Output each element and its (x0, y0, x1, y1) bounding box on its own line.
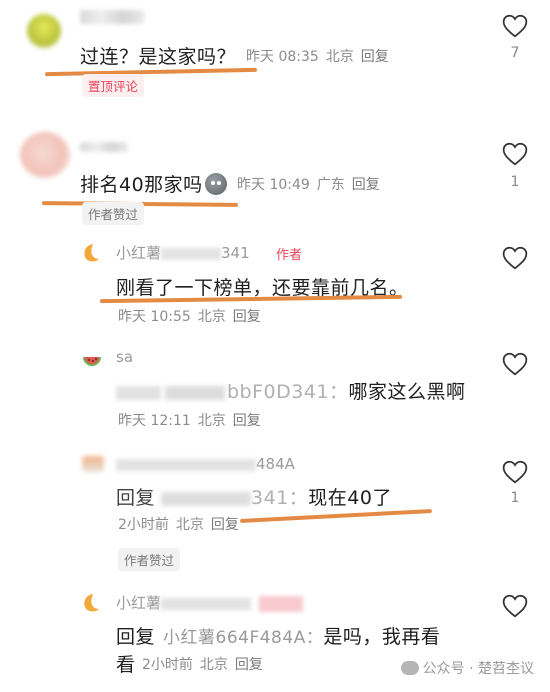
comment-text-content: 是吗，我再看 (323, 626, 441, 648)
username-blurred[interactable] (80, 10, 144, 24)
comment-meta: 昨天 12:11 北京 回复 (118, 410, 268, 430)
watermark: 公众号 · 楚苕杢议 (400, 658, 534, 678)
reply-button[interactable]: 回复 (352, 177, 380, 193)
comment-location: 北京 (197, 309, 226, 325)
comment-time: 昨天 08:35 (246, 49, 319, 65)
comment-text-continued: 看 (116, 654, 136, 676)
like-icon[interactable] (502, 14, 528, 38)
like-icon[interactable] (502, 352, 528, 376)
reply-prefix: 回复 (116, 626, 156, 648)
username[interactable]: 小红薯 341 (116, 242, 250, 263)
avatar[interactable] (82, 349, 102, 369)
author-liked-badge: 作者赞过 (118, 548, 181, 571)
highlight-underline (240, 508, 432, 524)
pinned-badge: 置顶评论 (82, 74, 145, 97)
comment-text-content: 现在40了 (308, 487, 392, 509)
comment-text: bbF0D341：哪家这么黑啊 (116, 377, 466, 404)
like-icon[interactable] (502, 594, 528, 618)
poop-emoji-icon (204, 173, 227, 195)
username[interactable]: 小红薯 (116, 592, 304, 613)
comment-meta: 昨天 08:35 北京 回复 (246, 46, 396, 66)
comment-location: 北京 (197, 413, 226, 429)
comment-location: 北京 (199, 657, 228, 673)
comment-location: 北京 (325, 49, 354, 65)
reply-button[interactable]: 回复 (233, 413, 261, 429)
username[interactable]: sa (116, 348, 133, 366)
reply-button[interactable]: 回复 (211, 517, 239, 533)
comment-location: 广东 (316, 177, 345, 193)
comment-section: 过连？是这家吗？ 昨天 08:35 北京 回复 置顶评论 7 排名40那家吗 昨天 … (0, 0, 550, 692)
highlight-underline (44, 67, 258, 77)
comment-text: 排名40那家吗 (80, 170, 227, 197)
comment-time: 昨天 12:11 (118, 413, 191, 429)
wechat-icon (400, 661, 419, 675)
comment-meta: 2小时前 北京 回复 (118, 514, 246, 534)
reply-target[interactable]: 341： (251, 487, 308, 509)
username-suffix: 341 (221, 244, 250, 262)
comment-text: 过连？是这家吗？ (80, 46, 237, 68)
username-text: 小红薯 (116, 244, 162, 262)
reply-button[interactable]: 回复 (361, 49, 389, 65)
reply-button[interactable]: 回复 (233, 309, 261, 325)
reply-button[interactable]: 回复 (235, 657, 263, 673)
comment-text: 回复 小红薯664F484A：是吗，我再看 (116, 622, 440, 649)
comment-text: 回复 341：现在40了 (116, 483, 392, 510)
like-icon[interactable] (502, 460, 528, 484)
comment-meta: 2小时前 北京 回复 (142, 654, 270, 674)
like-count: 1 (510, 174, 520, 190)
author-tag: 作者 (276, 248, 303, 263)
like-icon[interactable] (502, 142, 528, 166)
username[interactable]: 484A (116, 455, 295, 473)
watermark-text: 公众号 · 楚苕杢议 (422, 661, 534, 677)
like-count: 7 (510, 45, 520, 61)
avatar[interactable] (82, 456, 104, 472)
avatar[interactable] (80, 242, 102, 264)
avatar[interactable] (27, 14, 61, 48)
reply-target[interactable]: bbF0D341： (227, 381, 349, 403)
reply-prefix: 回复 (116, 487, 156, 509)
like-count: 1 (510, 490, 520, 506)
comment-text-content: 排名40那家吗 (80, 174, 203, 196)
comment-time: 昨天 10:55 (118, 309, 191, 325)
comment-location: 北京 (175, 517, 204, 533)
comment-meta: 昨天 10:55 北京 回复 (118, 306, 268, 326)
like-icon[interactable] (502, 246, 528, 270)
comment-text-content: 哪家这么黑啊 (348, 381, 466, 403)
avatar[interactable] (80, 592, 102, 614)
comment-meta: 昨天 10:49 广东 回复 (237, 174, 387, 194)
comment-time: 2小时前 (142, 657, 193, 673)
avatar[interactable] (20, 132, 70, 178)
author-liked-badge: 作者赞过 (82, 202, 145, 225)
comment-time: 昨天 10:49 (237, 177, 310, 193)
comment-time: 2小时前 (118, 517, 169, 533)
username-text: 小红薯 (116, 594, 162, 612)
username-blurred[interactable] (80, 142, 128, 152)
username-suffix: 484A (256, 455, 295, 473)
reply-target[interactable]: 小红薯664F484A： (163, 628, 323, 648)
